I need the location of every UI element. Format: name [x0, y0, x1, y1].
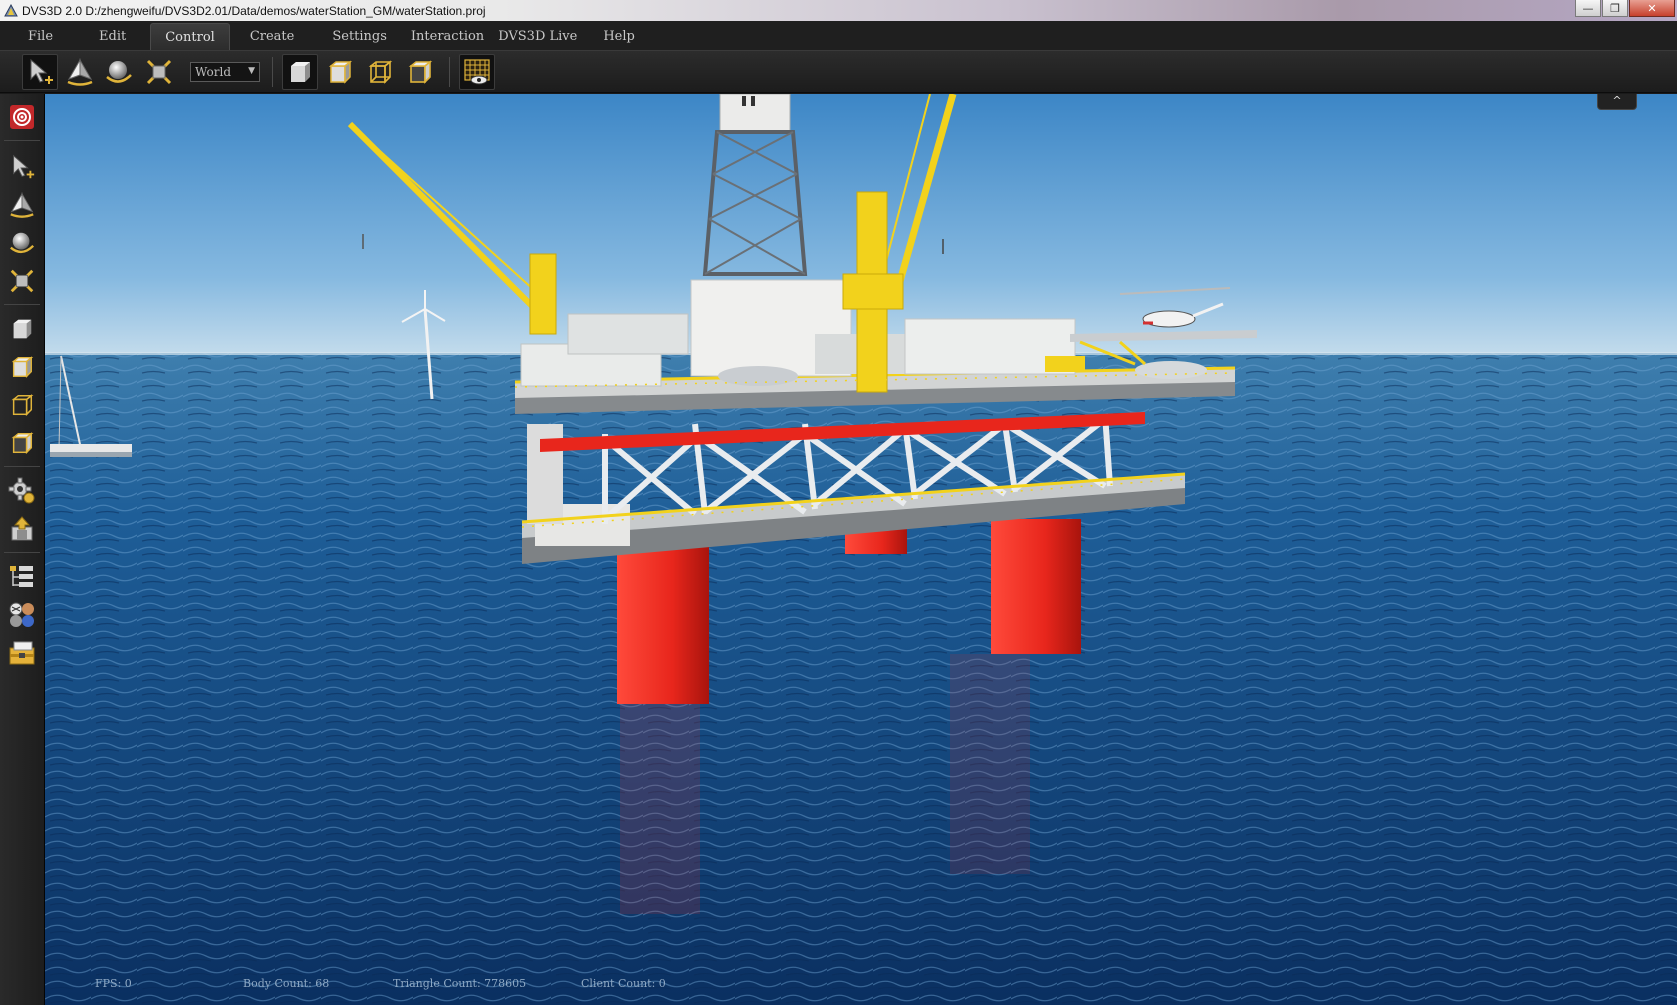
- main-toolbar: World ▼: [0, 50, 1677, 93]
- grid-visibility-icon: [464, 59, 490, 85]
- toolbar-divider: [449, 57, 450, 87]
- move-tool-icon: [10, 192, 34, 218]
- rotate-tool-icon: [106, 61, 132, 83]
- move-tool-button[interactable]: [62, 54, 98, 90]
- fps-readout: FPS: 0: [95, 977, 132, 990]
- chevron-up-icon: ^: [1612, 94, 1622, 107]
- window-title: DVS3D 2.0 D:/zhengweifu/DVS3D2.01/Data/d…: [22, 3, 486, 18]
- client-count-readout: Client Count: 0: [581, 977, 666, 990]
- menu-edit[interactable]: Edit: [85, 23, 140, 50]
- select-tool-button[interactable]: [22, 54, 58, 90]
- view-shaded-icon: [11, 356, 34, 378]
- sidebar-view-hidden-line-button[interactable]: [5, 426, 39, 460]
- viewport-status-bar: FPS: 0 Body Count: 68 Triangle Count: 77…: [45, 977, 945, 995]
- sidebar-scene-tree-button[interactable]: [5, 560, 39, 594]
- view-shaded-button[interactable]: [322, 54, 358, 90]
- view-wireframe-button[interactable]: [362, 54, 398, 90]
- sidebar-divider: [4, 466, 40, 467]
- coordinate-space-dropdown[interactable]: World ▼: [190, 62, 260, 82]
- settings-gear-icon: [8, 477, 35, 504]
- view-hidden-line-icon: [11, 432, 34, 455]
- chevron-down-icon: ▼: [248, 66, 255, 76]
- scale-tool-icon: [146, 59, 172, 85]
- app-logo-icon: [4, 3, 18, 16]
- view-solid-icon: [291, 62, 310, 82]
- sidebar-view-shaded-button[interactable]: [5, 350, 39, 384]
- resource-library-icon: [9, 641, 35, 665]
- left-toolbar: [0, 94, 45, 1005]
- select-tool-icon: [13, 154, 35, 179]
- menu-file[interactable]: File: [14, 23, 67, 50]
- view-wireframe-icon: [368, 60, 393, 84]
- scene-tree-icon: [10, 566, 33, 587]
- sidebar-export-button[interactable]: [5, 512, 39, 546]
- sidebar-select-button[interactable]: [5, 150, 39, 184]
- menu-dvs3d-live[interactable]: DVS3D Live: [484, 23, 591, 50]
- materials-icon: [9, 602, 34, 627]
- sidebar-move-button[interactable]: [5, 188, 39, 222]
- menu-settings[interactable]: Settings: [318, 23, 401, 50]
- sidebar-divider: [4, 304, 40, 305]
- move-tool-icon: [67, 58, 93, 86]
- rotate-tool-button[interactable]: [101, 54, 137, 90]
- body-count-readout: Body Count: 68: [243, 977, 330, 990]
- minimize-button[interactable]: —: [1575, 0, 1601, 17]
- sidebar-divider: [4, 140, 40, 141]
- 3d-viewport[interactable]: ^ FPS: 0 Body Count: 68 Triangle Count: …: [45, 94, 1677, 1005]
- scale-tool-button[interactable]: [141, 54, 177, 90]
- view-hidden-line-icon: [408, 60, 433, 84]
- close-button[interactable]: ✕: [1629, 0, 1675, 17]
- sidebar-scale-button[interactable]: [5, 264, 39, 298]
- sidebar-view-wireframe-button[interactable]: [5, 388, 39, 422]
- menu-help[interactable]: Help: [589, 23, 649, 50]
- sidebar-settings-button[interactable]: [5, 474, 39, 508]
- menu-interaction[interactable]: Interaction: [397, 23, 498, 50]
- target-button[interactable]: [5, 100, 39, 134]
- title-bar: DVS3D 2.0 D:/zhengweifu/DVS3D2.01/Data/d…: [0, 0, 1677, 21]
- collapse-panel-button[interactable]: ^: [1597, 94, 1637, 110]
- menu-control[interactable]: Control: [150, 23, 230, 50]
- sidebar-view-solid-button[interactable]: [5, 312, 39, 346]
- coordinate-space-value: World: [195, 65, 231, 79]
- grid-visibility-button[interactable]: [459, 54, 495, 90]
- menu-bar: File Edit Control Create Settings Intera…: [0, 21, 1677, 50]
- view-solid-icon: [13, 319, 32, 339]
- sidebar-rotate-button[interactable]: [5, 226, 39, 260]
- view-solid-button[interactable]: [282, 54, 318, 90]
- select-tool-icon: [30, 58, 53, 84]
- target-icon: [10, 105, 34, 129]
- view-wireframe-icon: [11, 394, 34, 417]
- export-package-icon: [11, 516, 33, 541]
- rotate-tool-icon: [10, 232, 35, 254]
- scale-tool-icon: [10, 269, 34, 293]
- triangle-count-readout: Triangle Count: 778605: [393, 977, 527, 990]
- sidebar-resource-library-button[interactable]: [5, 636, 39, 670]
- sidebar-materials-button[interactable]: [5, 598, 39, 632]
- view-hidden-line-button[interactable]: [402, 54, 438, 90]
- maximize-button[interactable]: ❐: [1602, 0, 1628, 17]
- view-shaded-icon: [328, 60, 353, 84]
- sidebar-divider: [4, 552, 40, 553]
- toolbar-divider: [272, 57, 273, 87]
- menu-create[interactable]: Create: [236, 23, 309, 50]
- scene-render: [45, 94, 1677, 1005]
